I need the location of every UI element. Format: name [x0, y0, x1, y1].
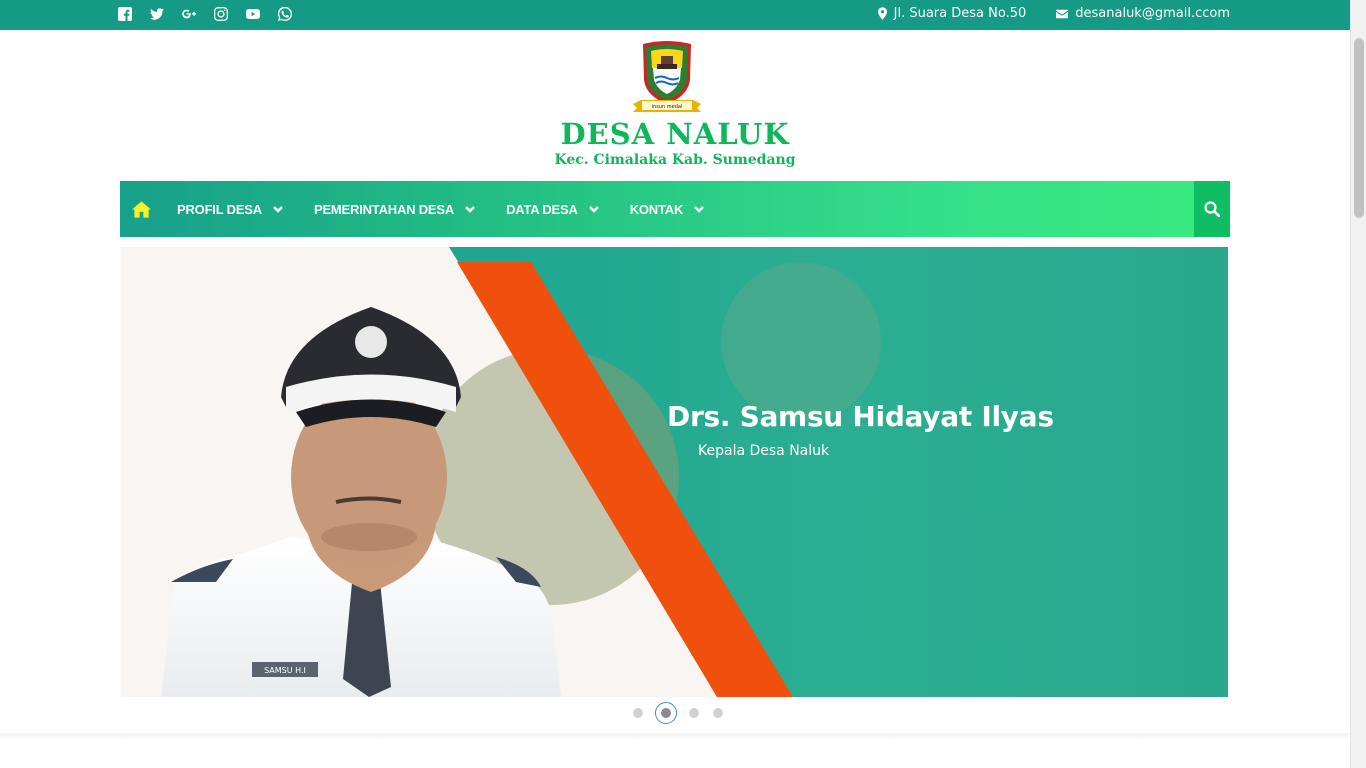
- nav-item-label: PROFIL DESA: [177, 201, 262, 217]
- home-icon: [131, 200, 151, 218]
- search-icon: [1204, 201, 1220, 217]
- name-tag: SAMSU H.I: [264, 666, 306, 675]
- nav-item-label: PEMERINTAHAN DESA: [313, 201, 455, 217]
- nav-item-kontak[interactable]: KONTAK: [630, 202, 704, 217]
- address-text: Jl. Suara Desa No.50: [893, 6, 1027, 21]
- search-button[interactable]: [1194, 181, 1230, 237]
- instagram-icon[interactable]: [214, 7, 230, 23]
- chevron-down-icon: [465, 206, 475, 213]
- svg-text:insun medal: insun medal: [652, 104, 683, 110]
- site-title[interactable]: DESA NALUK: [0, 117, 1350, 151]
- scrollbar-thumb[interactable]: [1354, 38, 1364, 218]
- whatsapp-icon[interactable]: [277, 6, 294, 23]
- site-subtitle: Kec. Cimalaka Kab. Sumedang: [554, 152, 796, 168]
- nav-item-profil-desa[interactable]: PROFIL DESA: [177, 202, 283, 217]
- home-button[interactable]: [120, 181, 162, 237]
- page: Jl. Suara Desa No.50 desanaluk@gmail.cco…: [0, 0, 1366, 768]
- slider-dot-1[interactable]: [633, 708, 643, 718]
- page-scrollbar[interactable]: [1350, 0, 1366, 768]
- contact-info: Jl. Suara Desa No.50 desanaluk@gmail.cco…: [848, 6, 1230, 21]
- top-bar: Jl. Suara Desa No.50 desanaluk@gmail.cco…: [0, 0, 1350, 30]
- slider-dot-2[interactable]: [655, 702, 677, 724]
- slide-background: SAMSU H.I: [121, 247, 1228, 697]
- youtube-icon[interactable]: [246, 7, 262, 23]
- slide-subtitle: Kepala Desa Naluk: [698, 443, 830, 459]
- main-navigation: PROFIL DESA PEMERINTAHAN DESA DATA DESA …: [120, 181, 1230, 237]
- map-marker-icon: [877, 7, 887, 20]
- slider-dot-4[interactable]: [713, 708, 723, 718]
- facebook-icon[interactable]: [118, 7, 134, 23]
- nav-item-data-desa[interactable]: DATA DESA: [506, 202, 599, 217]
- chevron-down-icon: [694, 206, 704, 213]
- hero-slider[interactable]: SAMSU H.I Drs. Samsu Hidayat Ilyas Kepal…: [121, 247, 1228, 697]
- chevron-down-icon: [588, 206, 599, 213]
- twitter-icon[interactable]: [150, 7, 166, 23]
- village-emblem-logo[interactable]: insun medal: [631, 40, 703, 116]
- nav-item-pemerintahan-desa[interactable]: PEMERINTAHAN DESA: [314, 202, 475, 217]
- slide-title: Drs. Samsu Hidayat Ilyas: [667, 400, 1054, 433]
- google-plus-icon[interactable]: [182, 7, 198, 23]
- social-links: [118, 6, 310, 23]
- section-divider: [0, 733, 1350, 741]
- nav-menu: PROFIL DESA PEMERINTAHAN DESA DATA DESA …: [177, 181, 735, 237]
- nav-item-label: DATA DESA: [506, 201, 578, 217]
- envelope-icon: [1056, 9, 1069, 18]
- chevron-down-icon: [273, 206, 283, 213]
- nav-item-label: KONTAK: [629, 201, 684, 217]
- email-item[interactable]: desanaluk@gmail.ccom: [1056, 6, 1230, 21]
- email-text[interactable]: desanaluk@gmail.ccom: [1075, 6, 1230, 21]
- slider-pagination: [633, 702, 737, 724]
- slider-dot-3[interactable]: [689, 708, 699, 718]
- address-item: Jl. Suara Desa No.50: [877, 6, 1027, 21]
